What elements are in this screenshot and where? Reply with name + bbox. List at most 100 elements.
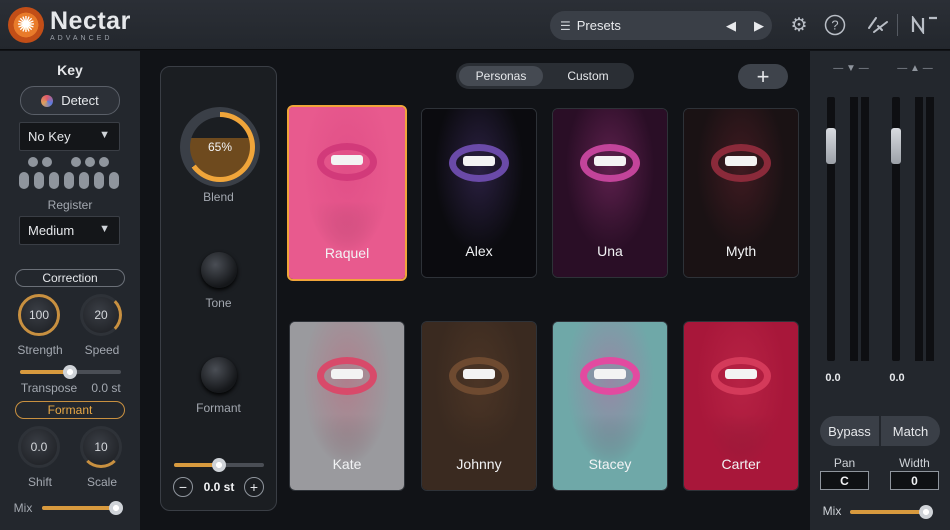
- persona-name: Raquel: [324, 245, 370, 261]
- speed-knob[interactable]: 20: [80, 294, 122, 336]
- strength-knob[interactable]: 100: [18, 294, 60, 336]
- register-keyboard[interactable]: [19, 157, 120, 191]
- output-mix-thumb[interactable]: [919, 505, 933, 519]
- detect-icon: [41, 94, 54, 107]
- mouth-icon: [580, 143, 640, 182]
- next-preset-icon[interactable]: ▶: [754, 18, 764, 34]
- output-gain-thumb[interactable]: [891, 128, 901, 164]
- white-key[interactable]: [79, 172, 89, 189]
- shift-label: Shift: [27, 475, 52, 489]
- match-button[interactable]: Match: [881, 416, 940, 446]
- formant-knob[interactable]: [201, 357, 237, 393]
- transpose-slider-thumb[interactable]: [63, 365, 77, 379]
- persona-name: Johnny: [456, 456, 502, 472]
- mouth-icon: [580, 356, 640, 395]
- blend-knob[interactable]: 65%: [180, 107, 260, 187]
- key-title: Key: [57, 62, 83, 78]
- register-dropdown[interactable]: Medium ▼: [19, 216, 120, 245]
- formant-toggle[interactable]: Formant: [15, 401, 125, 419]
- top-bar: ✺ Nectar ADVANCED ☰ Presets ◀ ▶ ⚙ ?: [0, 0, 950, 50]
- black-key[interactable]: [28, 157, 38, 167]
- gear-icon[interactable]: ⚙: [787, 13, 811, 37]
- tab-custom[interactable]: Custom: [546, 66, 630, 86]
- persona-card[interactable]: Johnny: [421, 321, 537, 491]
- presets-bar[interactable]: ☰ Presets ◀ ▶: [550, 11, 772, 40]
- formant-mix-thumb[interactable]: [109, 501, 123, 515]
- black-key[interactable]: [42, 157, 52, 167]
- blend-panel: 65% Blend Tone Formant − 0.0 st +: [160, 66, 277, 511]
- native-instruments-icon[interactable]: [910, 13, 940, 37]
- persona-name: Alex: [465, 243, 493, 259]
- plus-icon: +: [756, 63, 770, 89]
- mouth-icon: [317, 143, 377, 182]
- mouth-icon: [449, 143, 509, 182]
- mouth-icon: [711, 356, 771, 395]
- output-panel: — ▼ — — ▲ — 0.0 0.0 Bypass Match Pan Wid…: [810, 51, 950, 530]
- output-meter-header: — ▲ —: [897, 63, 933, 74]
- tab-personas[interactable]: Personas: [459, 66, 543, 86]
- persona-card[interactable]: Kate: [289, 321, 405, 491]
- black-key[interactable]: [99, 157, 109, 167]
- persona-card[interactable]: Una: [552, 108, 668, 278]
- chevron-down-icon: ▼: [99, 223, 110, 235]
- pitch-value: 0.0 st: [203, 480, 235, 494]
- previous-preset-icon[interactable]: ◀: [726, 18, 736, 34]
- persona-name: Kate: [332, 456, 362, 472]
- formant-mix-fill: [42, 506, 116, 510]
- white-key[interactable]: [49, 172, 59, 189]
- register-label: Register: [47, 198, 93, 212]
- white-key[interactable]: [64, 172, 74, 189]
- persona-tabs: Personas Custom: [456, 63, 634, 89]
- transpose-label: Transpose: [20, 381, 78, 395]
- black-key[interactable]: [85, 157, 95, 167]
- black-key[interactable]: [71, 157, 81, 167]
- pan-label: Pan: [833, 456, 856, 470]
- blend-value: 65%: [190, 117, 250, 177]
- formant-label: Formant: [196, 401, 241, 415]
- mouth-icon: [317, 356, 377, 395]
- persona-card[interactable]: Raquel: [287, 105, 407, 281]
- persona-card[interactable]: Myth: [683, 108, 799, 278]
- input-gain-thumb[interactable]: [826, 128, 836, 164]
- key-dropdown[interactable]: No Key ▼: [19, 122, 120, 151]
- persona-card[interactable]: Carter: [683, 321, 799, 491]
- mouth-icon: [711, 143, 771, 182]
- input-gain-value: 0.0: [825, 372, 841, 384]
- white-key[interactable]: [109, 172, 119, 189]
- bypass-button[interactable]: Bypass: [820, 416, 879, 446]
- white-key[interactable]: [94, 172, 104, 189]
- white-key[interactable]: [19, 172, 29, 189]
- presets-label: Presets: [576, 18, 621, 33]
- scale-label: Scale: [86, 475, 118, 489]
- tone-knob[interactable]: [201, 252, 237, 288]
- detect-label: Detect: [61, 93, 99, 108]
- help-icon[interactable]: ?: [823, 13, 847, 37]
- key-value: No Key: [28, 129, 71, 144]
- scale-knob[interactable]: 10: [80, 426, 122, 468]
- width-field[interactable]: 0: [890, 471, 939, 490]
- tone-label: Tone: [205, 296, 232, 310]
- pitch-increment-button[interactable]: +: [244, 477, 264, 497]
- white-key[interactable]: [34, 172, 44, 189]
- pitch-decrement-button[interactable]: −: [173, 477, 193, 497]
- output-meter-right: [926, 97, 934, 361]
- strength-label: Strength: [17, 343, 63, 357]
- persona-card[interactable]: Stacey: [552, 321, 668, 491]
- svg-text:?: ?: [831, 18, 838, 33]
- input-meter-left: [850, 97, 858, 361]
- output-mix-fill: [850, 510, 926, 514]
- persona-card[interactable]: Alex: [421, 108, 537, 278]
- pan-field[interactable]: C: [820, 471, 869, 490]
- detect-button[interactable]: Detect: [20, 86, 120, 115]
- add-persona-button[interactable]: +: [738, 64, 788, 89]
- persona-name: Carter: [721, 456, 761, 472]
- chevron-down-icon: ▼: [99, 129, 110, 141]
- correction-toggle[interactable]: Correction: [15, 269, 125, 287]
- shift-knob[interactable]: 0.0: [18, 426, 60, 468]
- signal-chain-icon[interactable]: [866, 13, 890, 37]
- pitch-slider-thumb[interactable]: [212, 458, 226, 472]
- formant-mix-label: Mix: [13, 501, 33, 515]
- nectar-logo-icon: ✺: [8, 7, 44, 43]
- nectar-logo: ✺ Nectar ADVANCED: [8, 7, 131, 43]
- input-meter-header: — ▼ —: [833, 63, 869, 74]
